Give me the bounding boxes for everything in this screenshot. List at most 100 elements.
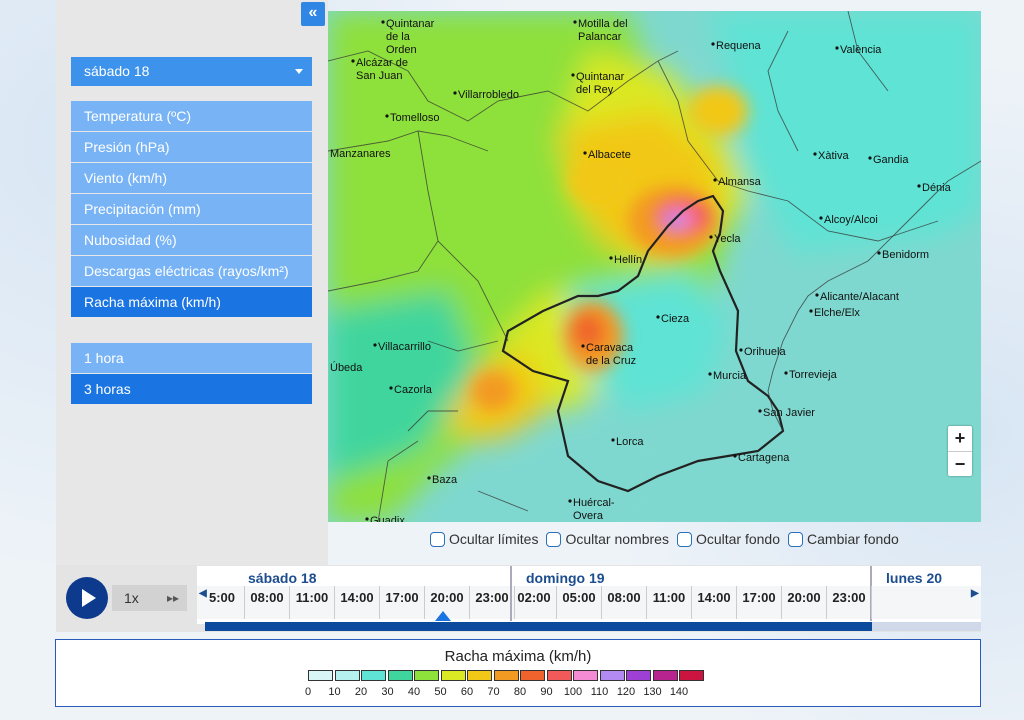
scroll-right-icon[interactable]: ▶ <box>971 588 979 599</box>
zoom-out-button[interactable]: − <box>948 452 972 477</box>
checkbox-box[interactable] <box>546 531 562 547</box>
city-label: Quintanar <box>576 71 625 83</box>
hour-slot[interactable]: 02:00 <box>512 590 556 605</box>
city-dot <box>365 517 369 521</box>
speed-button[interactable]: 1x ▸▸ <box>112 585 187 611</box>
variable-item-5[interactable]: Descargas eléctricas (rayos/km²) <box>71 256 312 286</box>
city-dot <box>427 476 431 480</box>
legend-tick: 40 <box>407 686 421 698</box>
hour-slot[interactable]: 20:00 <box>782 590 826 605</box>
day-select[interactable]: sábado 18 <box>71 57 312 86</box>
legend-tick: 80 <box>513 686 527 698</box>
city-label: Alcázar de <box>356 57 408 69</box>
city-label: Requena <box>716 40 762 52</box>
city-dot <box>708 372 712 376</box>
hour-slot[interactable]: 14:00 <box>692 590 736 605</box>
legend-tick: 130 <box>643 686 662 698</box>
legend-swatch <box>361 670 386 681</box>
city-label: de la <box>386 31 411 43</box>
hour-slot[interactable]: 08:00 <box>602 590 646 605</box>
legend-swatch <box>546 670 572 681</box>
city-dot <box>389 386 393 390</box>
hour-slot[interactable]: 5:00 <box>200 590 244 605</box>
checkbox-box[interactable] <box>676 531 692 547</box>
current-time-marker <box>435 611 451 621</box>
change-background-checkbox[interactable]: Cambiar fondo <box>788 531 899 547</box>
city-dot <box>568 499 572 503</box>
hour-slot[interactable]: 14:00 <box>335 590 379 605</box>
legend-tick: 120 <box>616 686 636 698</box>
hour-slot[interactable]: 17:00 <box>380 590 424 605</box>
checkbox-box[interactable] <box>788 531 804 547</box>
legend-tick: 70 <box>487 686 500 698</box>
day-label-0: sábado 18 <box>248 570 317 586</box>
hour-slot[interactable]: 17:00 <box>737 590 781 605</box>
city-dot <box>581 344 585 348</box>
variable-item-1[interactable]: Presión (hPa) <box>71 132 312 162</box>
timeline-progress-fill <box>205 622 873 631</box>
city-label: Albacete <box>588 149 631 161</box>
city-label: Hellín <box>614 254 642 266</box>
hour-slot[interactable]: 08:00 <box>245 590 289 605</box>
hide-limits-checkbox[interactable]: Ocultar límites <box>430 531 538 547</box>
city-dot <box>815 293 819 297</box>
collapse-sidebar-button[interactable]: « <box>301 2 325 26</box>
city-label: Orihuela <box>744 346 786 358</box>
city-dot <box>733 454 737 458</box>
city-label: Cieza <box>661 313 690 325</box>
chevron-down-icon <box>295 69 303 74</box>
variable-item-2[interactable]: Viento (km/h) <box>71 163 312 193</box>
city-dot <box>809 309 813 313</box>
variable-item-0[interactable]: Temperatura (ºC) <box>71 101 312 131</box>
city-label: Caravaca <box>586 342 634 354</box>
fast-forward-icon[interactable]: ▸▸ <box>167 585 179 611</box>
legend-tick: 110 <box>590 686 609 698</box>
city-dot <box>877 251 881 255</box>
interval-item-0[interactable]: 1 hora <box>71 343 312 373</box>
city-dot <box>739 348 743 352</box>
zoom-in-button[interactable]: + <box>948 426 972 452</box>
city-label: Almansa <box>718 176 762 188</box>
city-label: Alicante/Alacant <box>820 291 899 303</box>
city-label: Orden <box>386 44 417 56</box>
map-options: Ocultar límites Ocultar nombres Ocultar … <box>430 531 901 547</box>
legend-swatch <box>308 670 333 681</box>
day-select-value: sábado 18 <box>84 63 150 79</box>
play-button[interactable] <box>66 577 108 619</box>
weather-map[interactable]: Quintanar de la Orden Motilla del Palancar Re… <box>328 11 981 522</box>
legend-tick: 140 <box>669 686 689 698</box>
city-dot <box>611 438 615 442</box>
city-dot <box>381 20 385 24</box>
city-dot <box>835 46 839 50</box>
city-label: San Juan <box>356 70 402 82</box>
hour-slot[interactable]: 11:00 <box>290 590 334 605</box>
hide-background-checkbox[interactable]: Ocultar fondo <box>676 531 780 547</box>
timeline[interactable]: ◀ ▶ sábado 18 domingo 19 lunes 20 5:00 08:00… <box>197 566 981 624</box>
interval-menu: 1 hora 3 horas <box>71 343 312 405</box>
legend-swatch <box>652 670 678 681</box>
city-dot <box>758 409 762 413</box>
city-label: Villacarrillo <box>378 341 431 353</box>
hour-slot[interactable]: 23:00 <box>470 590 514 605</box>
variable-item-3[interactable]: Precipitación (mm) <box>71 194 312 224</box>
city-label: Palancar <box>578 31 622 43</box>
city-dot <box>583 151 587 155</box>
checkbox-box[interactable] <box>430 531 445 547</box>
legend-swatch <box>467 670 492 681</box>
variable-item-6[interactable]: Racha máxima (km/h) <box>71 287 312 317</box>
hour-slot[interactable]: 05:00 <box>557 590 601 605</box>
variable-item-4[interactable]: Nubosidad (%) <box>71 225 312 255</box>
color-legend: Racha máxima (km/h) 0 10 20 30 40 50 60 70 80 90 1… <box>55 639 981 707</box>
city-dot <box>373 343 377 347</box>
hour-slot[interactable]: 23:00 <box>827 590 871 605</box>
hour-slot[interactable]: 11:00 <box>647 590 691 605</box>
city-label: Tomelloso <box>390 112 440 124</box>
city-label: Cartagena <box>738 452 790 464</box>
hour-slot[interactable]: 20:00 <box>425 590 469 605</box>
timeline-progress[interactable] <box>205 622 981 631</box>
city-dot <box>819 216 823 220</box>
variable-menu: Temperatura (ºC) Presión (hPa) Viento (km/… <box>71 101 312 318</box>
city-dot <box>711 42 715 46</box>
interval-item-1[interactable]: 3 horas <box>71 374 312 404</box>
hide-names-checkbox[interactable]: Ocultar nombres <box>546 531 669 547</box>
